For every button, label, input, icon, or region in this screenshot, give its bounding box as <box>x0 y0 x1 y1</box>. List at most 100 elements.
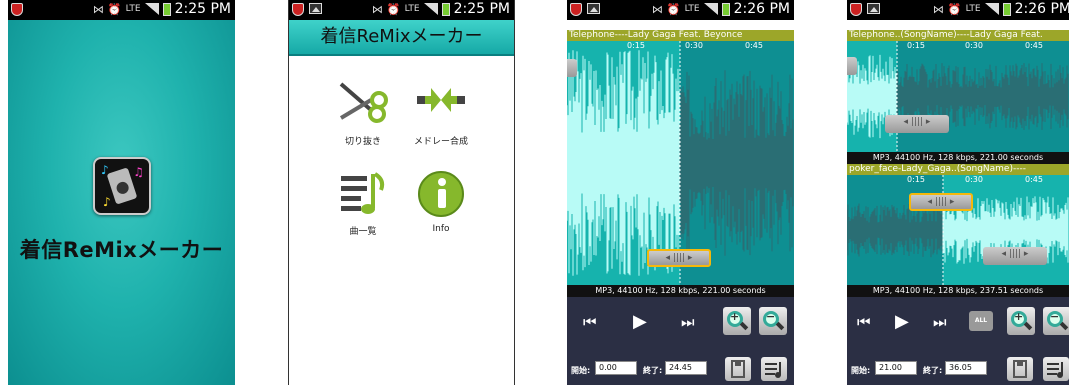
shield-icon <box>292 3 304 16</box>
app-logo-icon: ♪ ♫ ♪ <box>93 157 151 215</box>
tick-label: 0:30 <box>965 175 983 184</box>
menu-screen: ⋈ ⏰ LTE 2:25 PM 着信ReMixメーカー 切り抜き メドレー合成 … <box>288 0 515 385</box>
shield-icon <box>570 3 582 16</box>
waveform-view-track2[interactable]: 0:15 0:30 0:45 ◂ |||| ▸ ◂ |||| ▸ <box>847 175 1069 285</box>
song-list-icon <box>335 168 391 220</box>
app-title: 着信ReMixメーカー <box>19 238 224 262</box>
track1-title: Telephone..(SongName)----Lady Gaga Feat. <box>847 30 1069 41</box>
waveform-view-track1[interactable]: 0:15 0:30 0:45 ‖ ◂ |||| ▸ <box>847 41 1069 152</box>
menu-item-cut[interactable]: 切り抜き <box>323 78 403 147</box>
end-label: 終了: <box>923 366 943 375</box>
status-time: 2:26 PM <box>733 1 790 17</box>
status-time: 2:25 PM <box>174 1 231 17</box>
end-marker-handle[interactable]: ◂ |||| ▸ <box>647 249 711 267</box>
song-list-button[interactable] <box>761 357 787 381</box>
play-button[interactable]: ▶ <box>633 311 647 332</box>
battery-icon <box>1002 2 1011 16</box>
lte-icon: LTE <box>965 3 981 14</box>
end-label: 終了: <box>643 366 663 375</box>
waveform-view[interactable]: 0:15 0:30 0:45 ‖ ◂ |||| ▸ <box>567 41 794 285</box>
merge-arrows-icon <box>413 78 469 130</box>
save-button[interactable] <box>1007 357 1033 381</box>
tick-label: 0:30 <box>685 41 703 50</box>
splash-background: ♪ ♫ ♪ 着信ReMixメーカー <box>8 20 235 385</box>
previous-button[interactable]: ⏮ <box>583 313 597 331</box>
menu-label: 切り抜き <box>344 137 381 147</box>
lte-icon: LTE <box>125 3 141 14</box>
song-list-button[interactable] <box>1043 357 1069 381</box>
end-time-input[interactable]: 36.05 <box>945 361 987 375</box>
time-ruler: 0:15 0:30 0:45 <box>567 41 794 51</box>
play-button[interactable]: ▶ <box>895 311 909 332</box>
nfc-icon: ⋈ <box>371 2 383 16</box>
play-all-label: ALL <box>974 317 988 324</box>
tick-label: 0:45 <box>1025 175 1043 184</box>
status-time: 2:25 PM <box>453 1 510 17</box>
medley-editor-screen: ⋈ ⏰ LTE 2:26 PM Telephone..(SongName)---… <box>847 0 1069 385</box>
lte-icon: LTE <box>684 3 700 14</box>
previous-button[interactable]: ⏮ <box>857 313 871 331</box>
alarm-icon: ⏰ <box>107 2 122 16</box>
shield-icon <box>11 3 23 16</box>
status-bar: ⋈ ⏰ LTE 2:26 PM <box>847 0 1069 20</box>
tick-label: 0:15 <box>907 175 925 184</box>
song-list-icon <box>1047 362 1063 378</box>
start-time-input[interactable]: 21.00 <box>875 361 917 375</box>
start-marker-handle[interactable]: ‖ <box>567 59 577 77</box>
signal-icon <box>703 3 718 15</box>
save-button[interactable] <box>725 357 751 381</box>
start-marker-handle[interactable]: ‖ <box>847 57 857 75</box>
zoom-out-button[interactable]: − <box>759 307 787 335</box>
track1-info: MP3, 44100 Hz, 128 kbps, 221.00 seconds <box>847 152 1069 164</box>
nfc-icon: ⋈ <box>932 2 944 16</box>
menu-item-medley[interactable]: メドレー合成 <box>401 78 481 147</box>
status-bar: ⋈ ⏰ LTE 2:25 PM <box>289 0 514 20</box>
end-marker-handle[interactable]: ◂ |||| ▸ <box>983 247 1047 265</box>
waveform <box>847 41 1069 152</box>
tick-label: 0:30 <box>965 41 983 50</box>
zoom-in-button[interactable]: + <box>723 307 751 335</box>
status-bar: ⋈ ⏰ LTE 2:26 PM <box>567 0 794 20</box>
minus-icon: − <box>1050 310 1060 323</box>
end-time-input[interactable]: 24.45 <box>665 361 707 375</box>
battery-icon <box>162 2 171 16</box>
zoom-out-button[interactable]: − <box>1043 307 1069 335</box>
waveform <box>847 175 1069 285</box>
header-title: 着信ReMixメーカー <box>320 26 483 47</box>
start-time-input[interactable]: 0.00 <box>595 361 637 375</box>
shield-icon <box>850 3 862 16</box>
status-bar: ⋈ ⏰ LTE 2:25 PM <box>8 0 235 20</box>
image-notification-icon <box>587 3 600 14</box>
save-icon <box>731 360 745 378</box>
alarm-icon: ⏰ <box>666 2 681 16</box>
image-notification-icon <box>309 3 322 14</box>
next-button[interactable]: ⏭ <box>681 313 695 331</box>
scissors-icon <box>335 78 391 130</box>
song-list-icon <box>765 362 781 378</box>
menu-item-info[interactable]: Info <box>401 168 481 234</box>
save-icon <box>1013 360 1027 378</box>
playback-controls: ⏮ ▶ ⏭ + − 開始: 0.00 終了: 24.45 <box>567 297 794 385</box>
zoom-in-button[interactable]: + <box>1007 307 1035 335</box>
play-all-button[interactable]: ALL <box>969 311 993 331</box>
audio-info: MP3, 44100 Hz, 128 kbps, 221.00 seconds <box>567 285 794 297</box>
track2-title: poker_face-Lady_Gaga..(SongName)---- <box>847 164 1069 175</box>
menu-label: メドレー合成 <box>413 137 468 147</box>
track-title: Telephone----Lady Gaga Feat. Beyonce <box>567 30 794 41</box>
end-marker-handle[interactable]: ◂ |||| ▸ <box>885 115 949 133</box>
start-label: 開始: <box>851 366 871 375</box>
menu-item-song-list[interactable]: 曲一覧 <box>323 168 403 237</box>
alarm-icon: ⏰ <box>947 2 962 16</box>
status-time: 2:26 PM <box>1014 1 1069 17</box>
tick-label: 0:45 <box>1025 41 1043 50</box>
time-ruler: 0:15 0:30 0:45 <box>847 41 1069 51</box>
start-marker-handle[interactable]: ◂ |||| ▸ <box>909 193 973 211</box>
lte-icon: LTE <box>404 3 420 14</box>
next-button[interactable]: ⏭ <box>933 313 947 331</box>
track2-info: MP3, 44100 Hz, 128 kbps, 237.51 seconds <box>847 285 1069 297</box>
signal-icon <box>984 3 999 15</box>
tick-label: 0:15 <box>627 41 645 50</box>
image-notification-icon <box>867 3 880 14</box>
header-bar: 着信ReMixメーカー <box>289 20 514 56</box>
cut-editor-screen: ⋈ ⏰ LTE 2:26 PM Telephone----Lady Gaga F… <box>567 0 794 385</box>
